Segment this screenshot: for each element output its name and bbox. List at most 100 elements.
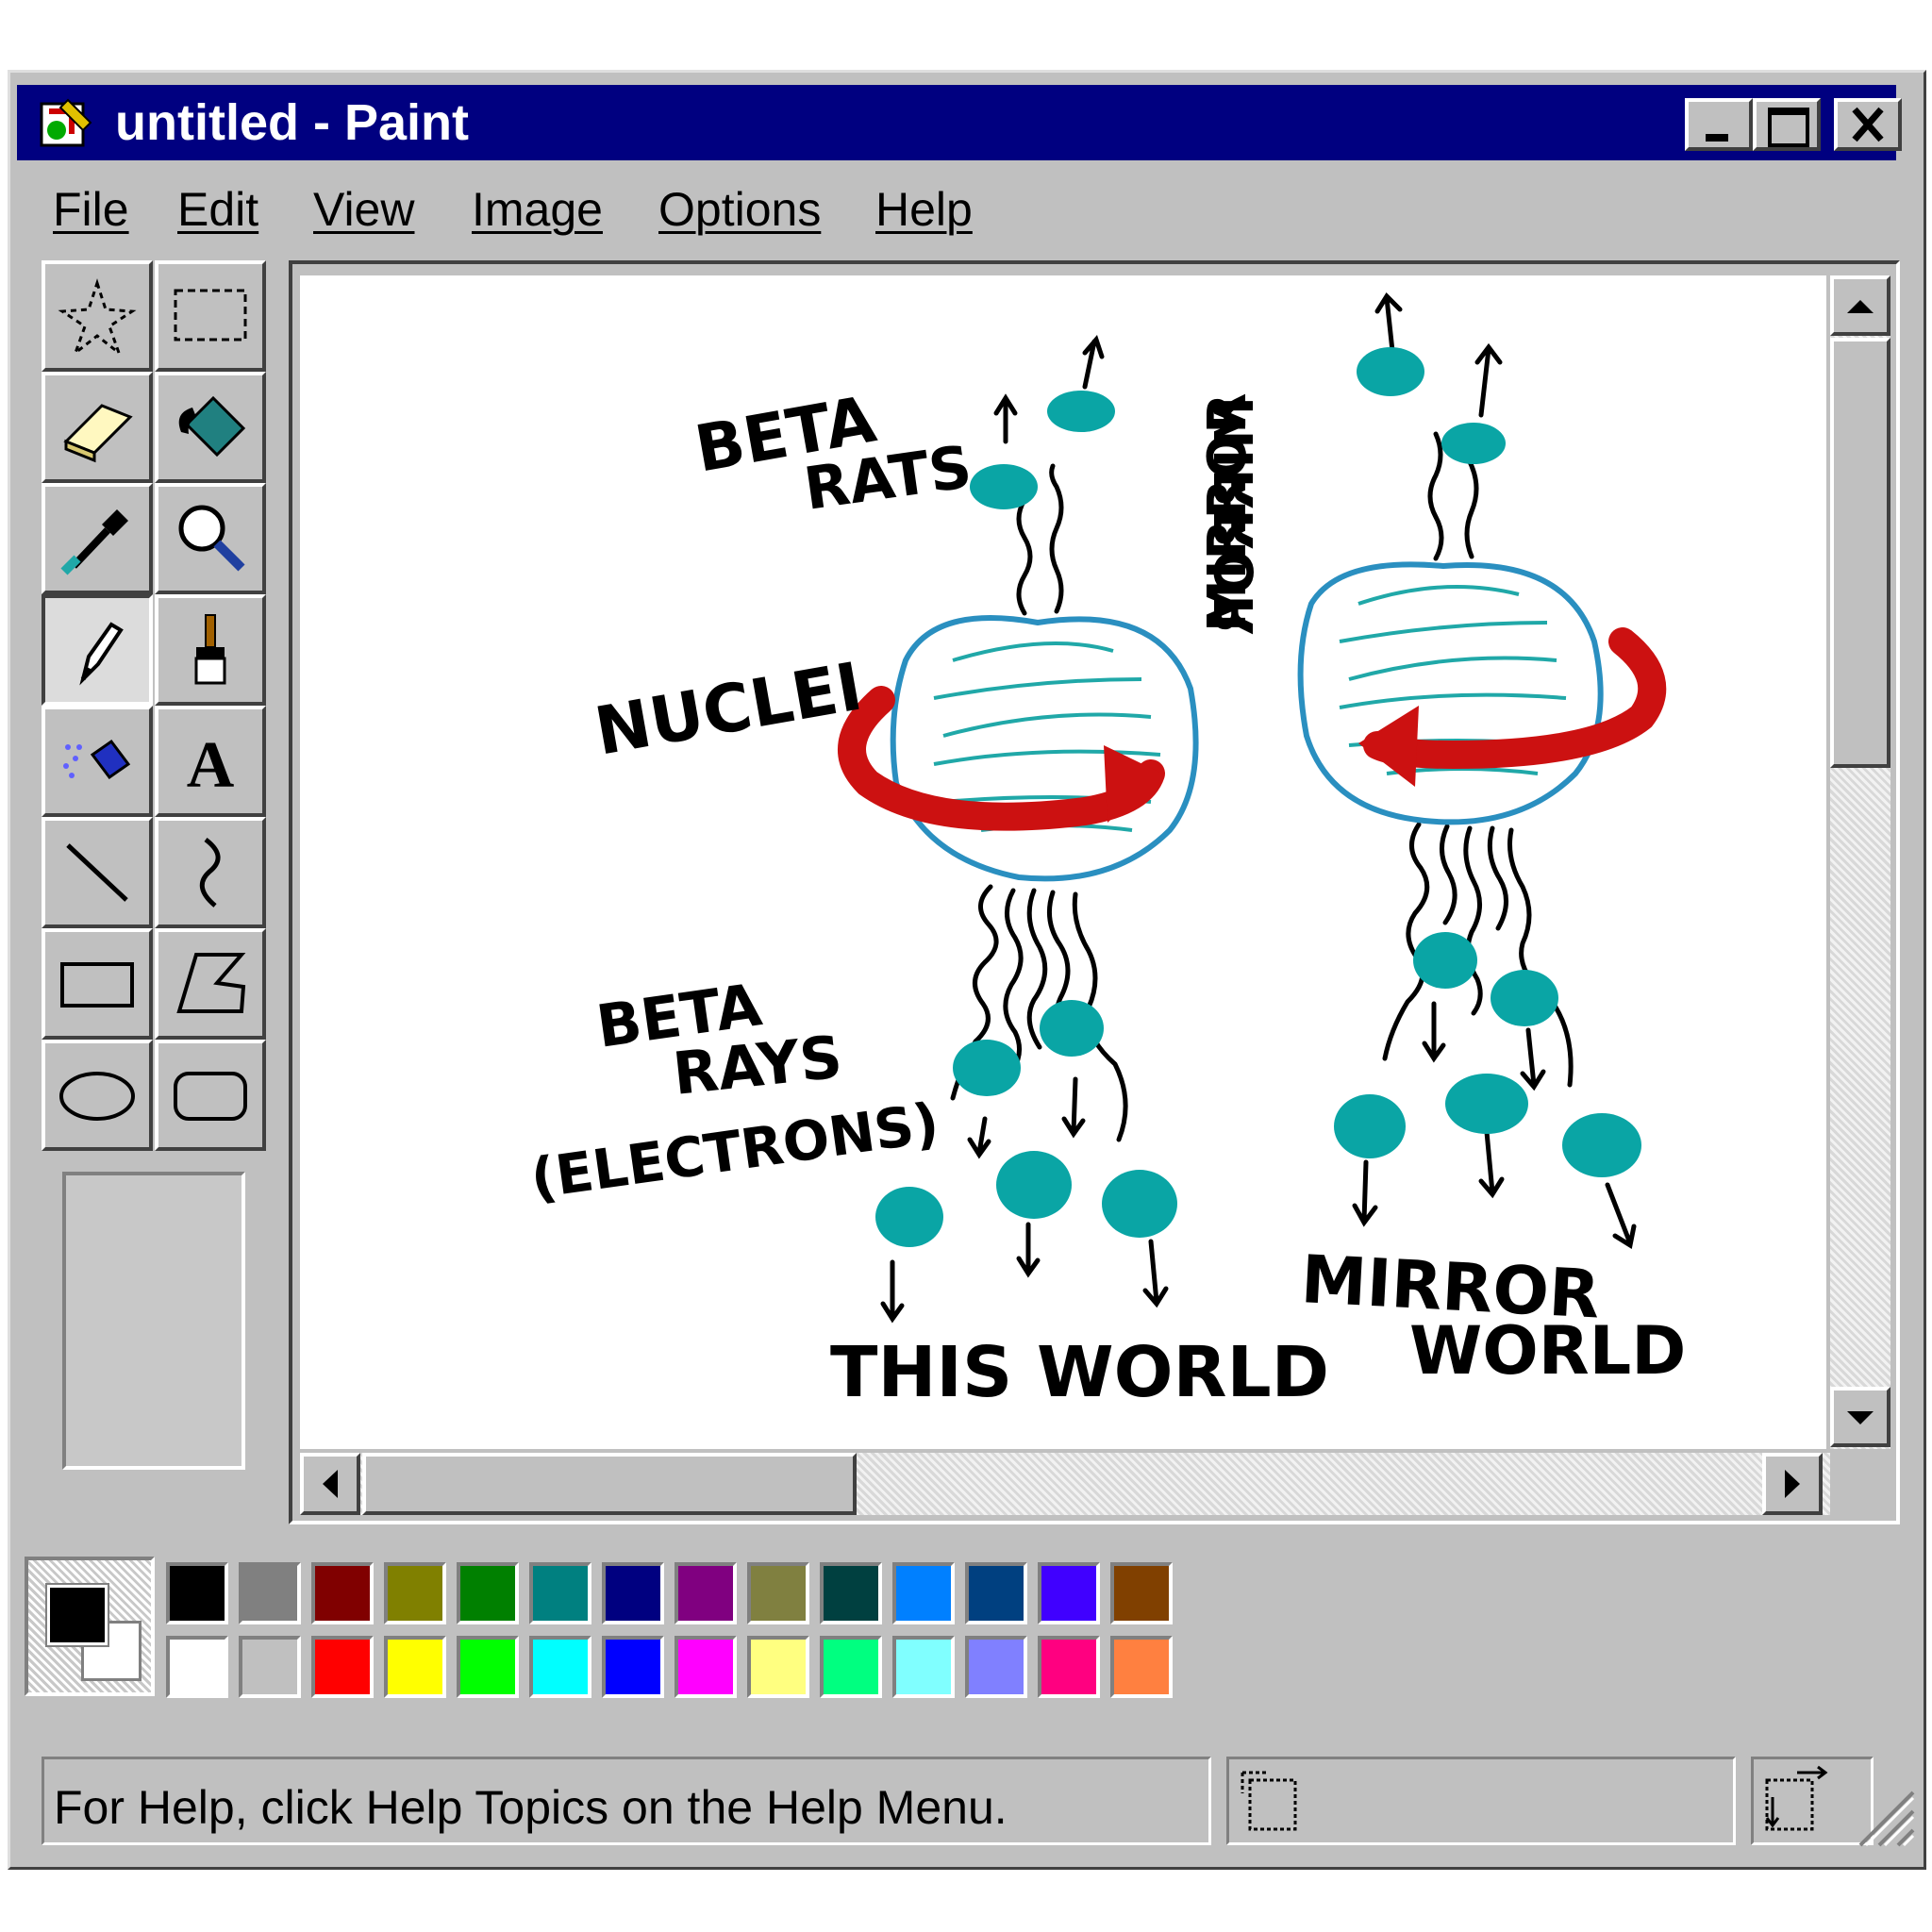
svg-text:A: A (187, 729, 235, 802)
scroll-up-button[interactable] (1830, 275, 1890, 336)
status-position-cell (1226, 1757, 1736, 1845)
status-help-text: For Help, click Help Topics on the Help … (54, 1781, 1008, 1834)
color-swatch[interactable] (457, 1636, 519, 1698)
tool-curve[interactable] (155, 817, 266, 928)
eraser-icon (63, 404, 133, 463)
rounded-rectangle-icon (174, 1072, 247, 1121)
curve-icon (199, 838, 221, 908)
arrow-left-icon (323, 1470, 338, 1498)
foreground-color (45, 1583, 109, 1647)
select-icon (174, 289, 247, 341)
polygon-icon (176, 953, 246, 1013)
vertical-scrollbar[interactable] (1830, 275, 1890, 1449)
tool-polygon[interactable] (155, 928, 266, 1040)
color-swatch[interactable] (747, 1636, 809, 1698)
tool-options-box[interactable] (62, 1172, 245, 1470)
fill-with-color-icon (178, 395, 246, 458)
magnifier-icon (178, 505, 245, 572)
arrow-right-icon (1785, 1470, 1800, 1498)
tool-line[interactable] (42, 817, 153, 928)
color-swatch[interactable] (602, 1636, 664, 1698)
title-bar[interactable]: untitled - Paint (17, 85, 1902, 160)
tool-fill[interactable] (155, 372, 266, 483)
tool-ellipse[interactable] (42, 1040, 153, 1151)
color-swatch[interactable] (820, 1636, 882, 1698)
color-swatch[interactable] (1110, 1562, 1173, 1624)
tool-magnifier[interactable] (155, 483, 266, 594)
menu-file[interactable]: File (53, 175, 129, 243)
drawing-canvas[interactable] (300, 275, 1826, 1449)
color-swatch[interactable] (965, 1636, 1027, 1698)
color-swatch[interactable] (965, 1562, 1027, 1624)
horizontal-scroll-thumb[interactable] (362, 1453, 857, 1515)
line-icon (66, 843, 128, 902)
window-title: untitled - Paint (115, 94, 469, 151)
color-swatch[interactable] (892, 1636, 955, 1698)
color-swatch[interactable] (1038, 1562, 1100, 1624)
tool-select[interactable] (155, 260, 266, 372)
color-swatch[interactable] (239, 1562, 301, 1624)
status-help-area: For Help, click Help Topics on the Help … (42, 1757, 1211, 1845)
color-swatch[interactable] (675, 1562, 737, 1624)
horizontal-scrollbar[interactable] (300, 1453, 1830, 1515)
color-swatch[interactable] (384, 1636, 446, 1698)
color-swatch[interactable] (529, 1562, 591, 1624)
menu-edit[interactable]: Edit (177, 175, 258, 243)
tool-eraser[interactable] (42, 372, 153, 483)
color-swatch[interactable] (311, 1636, 374, 1698)
rectangle-icon (60, 962, 134, 1008)
menu-options[interactable]: Options (658, 175, 821, 243)
color-swatch[interactable] (747, 1562, 809, 1624)
color-swatch[interactable] (166, 1636, 228, 1698)
free-form-select-icon (58, 278, 137, 358)
color-swatch[interactable] (820, 1562, 882, 1624)
tool-rectangle[interactable] (42, 928, 153, 1040)
tool-airbrush[interactable] (42, 706, 153, 817)
tool-free-form-select[interactable] (42, 260, 153, 372)
arrow-down-icon (1847, 1411, 1874, 1424)
selection-size-icon (1765, 1765, 1828, 1831)
color-swatch[interactable] (602, 1562, 664, 1624)
resize-grip-icon[interactable] (1841, 1774, 1917, 1849)
minimize-icon (1706, 134, 1728, 142)
airbrush-icon (63, 739, 131, 780)
close-button[interactable] (1834, 98, 1902, 151)
color-swatch[interactable] (1038, 1636, 1100, 1698)
brush-icon (194, 614, 226, 685)
scroll-right-button[interactable] (1762, 1453, 1823, 1515)
color-swatch[interactable] (384, 1562, 446, 1624)
vertical-scroll-thumb[interactable] (1830, 338, 1890, 768)
pick-color-icon (60, 509, 128, 575)
color-swatch[interactable] (675, 1636, 737, 1698)
current-colors[interactable] (25, 1557, 155, 1696)
maximize-button[interactable] (1753, 98, 1821, 151)
cursor-position-icon (1241, 1771, 1297, 1831)
color-palette (25, 1557, 1179, 1707)
color-swatch[interactable] (457, 1562, 519, 1624)
paint-app-icon[interactable] (38, 92, 98, 153)
scroll-left-button[interactable] (300, 1453, 360, 1515)
text-icon: A (187, 729, 235, 802)
color-swatch[interactable] (529, 1636, 591, 1698)
color-swatch[interactable] (1110, 1636, 1173, 1698)
tool-brush[interactable] (155, 594, 266, 706)
arrow-up-icon (1847, 300, 1874, 313)
menu-help[interactable]: Help (875, 175, 973, 243)
pencil-icon (79, 622, 124, 686)
color-swatch[interactable] (166, 1562, 228, 1624)
color-swatch[interactable] (239, 1636, 301, 1698)
tool-rounded-rectangle[interactable] (155, 1040, 266, 1151)
minimize-button[interactable] (1685, 98, 1753, 151)
maximize-icon (1768, 108, 1809, 147)
color-swatch[interactable] (892, 1562, 955, 1624)
ellipse-icon (59, 1072, 135, 1121)
tool-pencil[interactable] (42, 594, 153, 706)
color-swatch[interactable] (311, 1562, 374, 1624)
tool-pick-color[interactable] (42, 483, 153, 594)
menu-view[interactable]: View (313, 175, 414, 243)
tool-text[interactable]: A (155, 706, 266, 817)
status-bar: For Help, click Help Topics on the Help … (42, 1757, 1917, 1849)
scroll-down-button[interactable] (1830, 1387, 1890, 1447)
close-icon (1852, 107, 1884, 142)
menu-image[interactable]: Image (472, 175, 603, 243)
